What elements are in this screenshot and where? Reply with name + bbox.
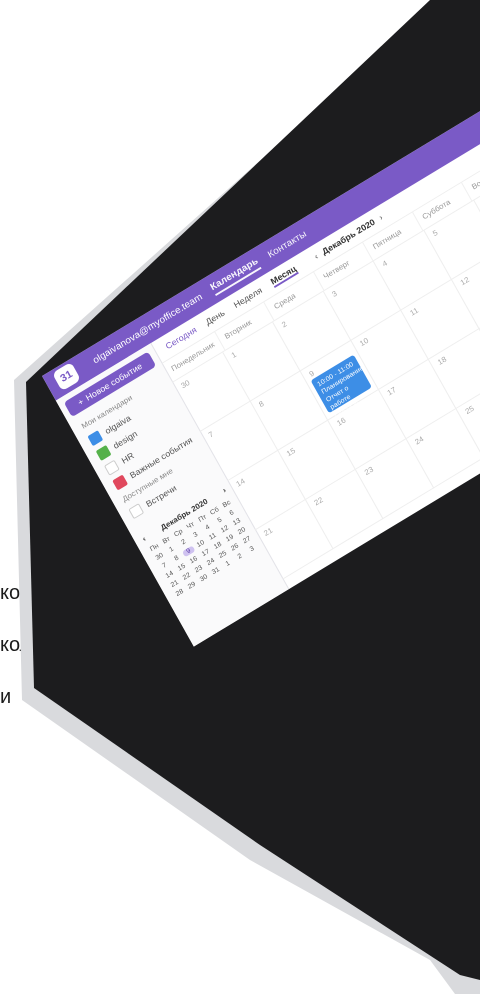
mini-day[interactable]: 29 <box>185 580 199 592</box>
day-number: 15 <box>285 446 297 459</box>
day-number: 2 <box>280 319 289 330</box>
day-number: 30 <box>179 378 192 391</box>
day-number: 24 <box>413 434 426 447</box>
day-number: 17 <box>385 385 398 398</box>
mini-day[interactable]: 2 <box>233 551 247 563</box>
day-number: 12 <box>458 275 471 288</box>
day-number: 4 <box>380 258 389 269</box>
day-number: 3 <box>330 289 339 299</box>
mini-day[interactable]: 31 <box>209 565 223 577</box>
day-number: 14 <box>234 476 247 489</box>
plus-icon: + <box>76 396 86 408</box>
day-number: 23 <box>363 464 375 477</box>
day-number: 21 <box>262 525 275 538</box>
day-number: 25 <box>463 404 476 417</box>
day-number: 7 <box>207 429 216 440</box>
mini-calendar-grid: Пн Вт Ср Чт Пт Сб Вс 30 1 2 3 4 5 6 7 8 9 10 11 12 13 14 15 16 1… <box>148 498 259 599</box>
chevron-right-icon[interactable]: › <box>377 212 384 222</box>
mini-day[interactable]: 30 <box>197 572 211 584</box>
day-number: 16 <box>335 415 348 428</box>
day-number: 22 <box>312 495 325 508</box>
day-number: 8 <box>257 399 266 410</box>
day-number: 11 <box>408 305 420 318</box>
chevron-left-icon[interactable]: ‹ <box>313 251 320 261</box>
screen-viewport: 31 olgaivanova@myoffice.team Календарь К… <box>0 0 480 994</box>
day-number: 1 <box>229 350 238 360</box>
screen: 31 olgaivanova@myoffice.team Календарь К… <box>42 105 480 647</box>
mini-day[interactable]: 1 <box>221 558 235 570</box>
mini-day[interactable]: 28 <box>173 587 187 599</box>
checkbox-icon[interactable] <box>128 503 145 520</box>
chevron-right-icon[interactable]: › <box>221 486 227 495</box>
day-number: 10 <box>358 336 370 349</box>
day-number: 18 <box>436 354 448 367</box>
chevron-left-icon[interactable]: ‹ <box>141 534 147 543</box>
day-number: 5 <box>431 228 440 239</box>
view-day[interactable]: День <box>204 308 226 327</box>
mini-day[interactable]: 3 <box>245 543 259 555</box>
